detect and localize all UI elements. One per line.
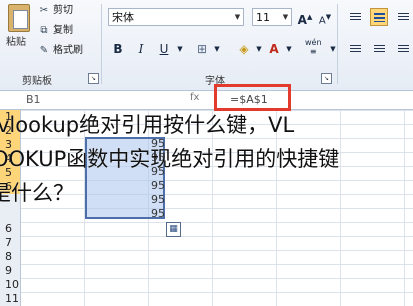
copy-button[interactable]: ⧉ 复制 (38, 22, 73, 40)
format-painter-label: 格式刷 (53, 45, 83, 56)
underline-dropdown-icon[interactable]: ▼ (172, 40, 188, 58)
row-header-7[interactable]: 7 (0, 236, 20, 250)
group-separator (337, 4, 338, 84)
font-size-dropdown[interactable]: 11 ▼ (252, 8, 292, 26)
clipboard-group-label: 剪贴板 (22, 76, 52, 87)
align-right-icon (398, 45, 409, 54)
fill-dropdown-icon[interactable]: ▼ (251, 40, 267, 58)
copy-label: 复制 (53, 25, 73, 36)
shrink-font-button[interactable]: A▼ (317, 8, 333, 26)
font-name-dropdown[interactable]: 宋体 ▼ (108, 8, 244, 26)
grow-font-icon: A (297, 13, 307, 27)
border-dropdown-icon[interactable]: ▼ (209, 40, 225, 58)
fill-color-icon[interactable]: ◈ (236, 40, 252, 58)
caption-line-2: OOKUP函数中实现绝对引用的快捷键 (0, 147, 340, 171)
align-bottom-button[interactable] (394, 8, 412, 26)
underline-button[interactable]: U (156, 40, 172, 58)
chevron-down-icon: ▼ (282, 13, 289, 21)
align-bottom-icon (398, 13, 409, 22)
caption-overlay: vlookup绝对引用按什么键，VL OOKUP函数中实现绝对引用的快捷键 是什… (0, 108, 413, 210)
align-middle-button[interactable] (370, 8, 388, 26)
paper-icon (13, 10, 28, 29)
scissors-icon: ✂ (39, 5, 49, 16)
italic-button[interactable]: I (133, 40, 149, 58)
chevron-down-icon: ▼ (234, 13, 241, 21)
auto-fill-options-icon[interactable]: ▦ (166, 222, 181, 237)
align-left-icon (350, 45, 361, 54)
format-painter-button[interactable]: ✎ 格式刷 (38, 42, 83, 60)
border-icon[interactable]: ⊞ (194, 40, 210, 58)
row-header-10[interactable]: 10 (0, 278, 20, 292)
row-header-6b[interactable]: 6 (0, 222, 20, 236)
font-color-dropdown-icon[interactable]: ▼ (281, 40, 297, 58)
font-name-value: 宋体 (112, 11, 134, 24)
align-middle-icon (374, 13, 385, 22)
phonetic-guide-button[interactable]: wén ≡ (305, 38, 322, 56)
align-center-icon (374, 45, 385, 54)
font-launcher-icon[interactable]: ↘ (321, 73, 332, 84)
align-top-icon (350, 13, 361, 22)
font-size-value: 11 (256, 11, 270, 24)
row-header-9[interactable]: 9 (0, 264, 20, 278)
phonetic-label: wén (305, 38, 322, 47)
phonetic-dropdown-icon[interactable]: ▼ (325, 40, 341, 58)
align-center-button[interactable] (370, 40, 388, 58)
paste-label: 粘贴 (6, 37, 26, 48)
row-header-11[interactable]: 11 (0, 292, 20, 306)
group-separator (101, 4, 102, 84)
align-right-button[interactable] (394, 40, 412, 58)
shrink-font-icon: A (318, 15, 326, 27)
row-header-8[interactable]: 8 (0, 250, 20, 264)
clipboard-launcher-icon[interactable]: ↘ (88, 73, 99, 84)
caption-line-1: vlookup绝对引用按什么键，VL (0, 113, 295, 137)
bold-button[interactable]: B (110, 40, 126, 58)
brush-icon: ✎ (39, 45, 49, 56)
name-box[interactable]: B1 (26, 92, 96, 107)
grow-font-button[interactable]: A▲ (297, 8, 313, 27)
caption-line-3: 是什么？ (0, 181, 74, 205)
align-top-button[interactable] (346, 8, 364, 26)
copy-icon: ⧉ (40, 25, 48, 36)
cut-label: 剪切 (53, 5, 73, 16)
align-left-button[interactable] (346, 40, 364, 58)
cut-button[interactable]: ✂ 剪切 (38, 2, 73, 20)
formula-highlight-box (214, 84, 291, 111)
fx-icon[interactable]: fx (190, 92, 199, 103)
ribbon: 粘贴 ✂ 剪切 ⧉ 复制 ✎ 格式刷 剪贴板 ↘ 宋体 ▼ 11 ▼ A▲ A▼ B … (0, 0, 413, 91)
font-color-icon[interactable]: A (266, 40, 282, 58)
